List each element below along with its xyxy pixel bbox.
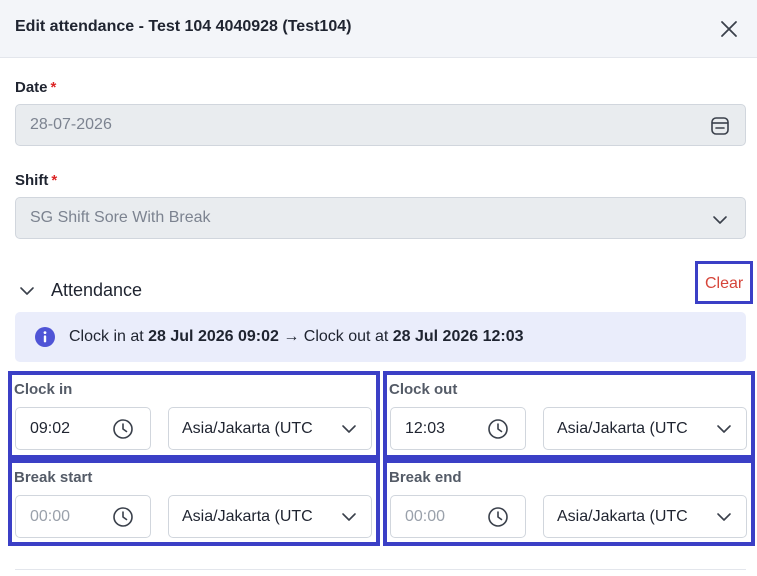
info-icon <box>35 327 55 347</box>
break-end-timezone-select[interactable]: Asia/Jakarta (UTC <box>543 495 747 538</box>
clock-out-group: Clock out 12:03 Asia/Jakarta (UTC <box>383 371 755 459</box>
break-end-time-input[interactable]: 00:00 <box>390 495 526 538</box>
attendance-info-banner: Clock in at 28 Jul 2026 09:02 → Clock ou… <box>15 312 746 362</box>
clock-in-time-value: 09:02 <box>30 420 71 437</box>
shift-select[interactable]: SG Shift Sore With Break <box>15 197 746 239</box>
modal-title: Edit attendance - Test 104 4040928 (Test… <box>15 18 352 35</box>
clock-in-timezone-select[interactable]: Asia/Jakarta (UTC <box>168 407 372 450</box>
attendance-section-toggle[interactable]: Attendance <box>15 278 215 304</box>
info-middle: → Clock out at <box>278 328 393 345</box>
info-clock-in-datetime: 28 Jul 2026 09:02 <box>148 328 279 345</box>
clock-out-timezone-select[interactable]: Asia/Jakarta (UTC <box>543 407 747 450</box>
chevron-down-icon <box>717 425 731 433</box>
break-start-time-input[interactable]: 00:00 <box>15 495 151 538</box>
date-field[interactable]: 28-07-2026 <box>15 104 746 146</box>
break-start-group: Break start 00:00 Asia/Jakarta (UTC <box>8 459 380 546</box>
clock-icon[interactable] <box>112 418 134 440</box>
chevron-down-icon <box>20 287 34 295</box>
required-marker: * <box>51 172 58 189</box>
chevron-down-icon <box>342 513 356 521</box>
shift-label-text: Shift <box>15 172 49 189</box>
clear-button[interactable]: Clear <box>695 261 753 304</box>
clock-in-time-input[interactable]: 09:02 <box>15 407 151 450</box>
clock-in-group: Clock in 09:02 Asia/Jakarta (UTC <box>8 371 380 459</box>
clear-button-label: Clear <box>705 275 744 292</box>
attendance-info-text: Clock in at 28 Jul 2026 09:02 → Clock ou… <box>69 328 524 346</box>
close-icon <box>721 21 737 37</box>
break-start-timezone-select[interactable]: Asia/Jakarta (UTC <box>168 495 372 538</box>
break-end-group: Break end 00:00 Asia/Jakarta (UTC <box>383 459 755 546</box>
chevron-down-icon <box>713 216 727 224</box>
break-end-timezone-value: Asia/Jakarta (UTC <box>557 508 688 525</box>
clock-in-label: Clock in <box>14 381 73 398</box>
break-start-timezone-value: Asia/Jakarta (UTC <box>182 508 313 525</box>
divider <box>15 569 746 570</box>
close-button[interactable] <box>716 16 742 42</box>
shift-label: Shift * <box>15 172 57 189</box>
chevron-down-icon <box>342 425 356 433</box>
clock-out-time-input[interactable]: 12:03 <box>390 407 526 450</box>
clock-icon[interactable] <box>112 506 134 528</box>
clock-out-label: Clock out <box>389 381 458 398</box>
required-marker: * <box>50 79 57 96</box>
clock-in-timezone-value: Asia/Jakarta (UTC <box>182 420 313 437</box>
chevron-down-icon <box>717 513 731 521</box>
info-prefix: Clock in at <box>69 328 149 345</box>
break-end-label: Break end <box>389 469 462 486</box>
clock-out-timezone-value: Asia/Jakarta (UTC <box>557 420 688 437</box>
date-value: 28-07-2026 <box>30 116 112 133</box>
date-label-text: Date <box>15 79 48 96</box>
break-start-time-placeholder: 00:00 <box>30 508 71 525</box>
modal-header: Edit attendance - Test 104 4040928 (Test… <box>0 0 757 58</box>
date-label: Date * <box>15 79 56 96</box>
calendar-icon[interactable] <box>709 115 731 137</box>
attendance-section-title: Attendance <box>51 280 143 300</box>
clock-out-time-value: 12:03 <box>405 420 446 437</box>
break-end-time-placeholder: 00:00 <box>405 508 446 525</box>
break-start-label: Break start <box>14 469 93 486</box>
clock-icon[interactable] <box>487 506 509 528</box>
info-clock-out-datetime: 28 Jul 2026 12:03 <box>392 328 524 345</box>
clock-icon[interactable] <box>487 418 509 440</box>
shift-value: SG Shift Sore With Break <box>30 209 211 226</box>
